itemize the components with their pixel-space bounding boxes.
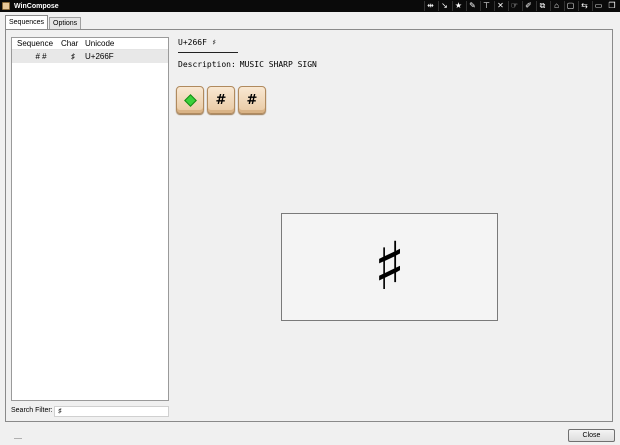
- key-sequence: # #: [176, 86, 266, 114]
- window-title: WinCompose: [14, 2, 59, 10]
- search-filter-input[interactable]: [54, 406, 169, 417]
- list-item-char: ♯: [71, 52, 75, 61]
- close-button[interactable]: Close: [568, 429, 615, 442]
- minimize-icon[interactable]: ▭: [592, 1, 604, 11]
- title-bar: WinCompose ⇹ ↘ ★ ✎ ⊤ ✕ ☞ ✐ ⧉ ⌂ ▢ ⇆ ▭ ❐: [0, 0, 620, 12]
- pin-icon[interactable]: ⇹: [424, 1, 436, 11]
- hand-icon[interactable]: ☞: [508, 1, 520, 11]
- restore-icon[interactable]: ⇆: [578, 1, 590, 11]
- text-icon[interactable]: ✎: [466, 1, 478, 11]
- key-hash-1: #: [207, 86, 235, 114]
- link-icon[interactable]: ⧉: [536, 1, 548, 11]
- window-icon[interactable]: ▢: [564, 1, 576, 11]
- list-item[interactable]: # # ♯ U+266F: [12, 50, 168, 63]
- edit-icon[interactable]: ✐: [522, 1, 534, 11]
- codepoint-heading: U+266F ♯: [178, 38, 238, 53]
- column-header-sequence[interactable]: Sequence: [17, 39, 61, 48]
- character-preview: ♯: [281, 213, 498, 321]
- column-header-unicode[interactable]: Unicode: [85, 39, 145, 48]
- list-item-sequence: # #: [35, 52, 47, 61]
- filter-icon[interactable]: ⊤: [480, 1, 492, 11]
- list-item-unicode: U+266F: [85, 52, 114, 61]
- tab-strip: Sequences Options: [5, 15, 82, 30]
- search-filter-label: Search Filter:: [11, 407, 53, 414]
- tab-sequences[interactable]: Sequences: [5, 15, 49, 30]
- star-icon[interactable]: ★: [452, 1, 464, 11]
- tab-content-sequences: Sequence Char Unicode # # ♯ U+266F Searc…: [5, 29, 613, 422]
- preview-glyph: ♯: [373, 228, 406, 305]
- description-line: Description: MUSIC SHARP SIGN: [178, 60, 317, 69]
- sequence-list[interactable]: Sequence Char Unicode # # ♯ U+266F: [11, 37, 169, 401]
- compose-diamond-icon: [183, 93, 197, 107]
- compose-key: [176, 86, 204, 114]
- app-icon: [2, 2, 10, 10]
- close-x-icon[interactable]: ✕: [494, 1, 506, 11]
- titlebar-toolbar: ⇹ ↘ ★ ✎ ⊤ ✕ ☞ ✐ ⧉ ⌂ ▢ ⇆ ▭ ❐: [424, 0, 618, 12]
- description-value: MUSIC SHARP SIGN: [239, 60, 317, 69]
- resize-grip-icon: [14, 438, 22, 444]
- download-icon[interactable]: ↘: [438, 1, 450, 11]
- tag-icon[interactable]: ⌂: [550, 1, 562, 11]
- description-label: Description:: [178, 60, 236, 69]
- maximize-icon[interactable]: ❐: [606, 1, 618, 11]
- column-header-char[interactable]: Char: [61, 39, 85, 48]
- list-header: Sequence Char Unicode: [12, 38, 168, 50]
- key-hash-2: #: [238, 86, 266, 114]
